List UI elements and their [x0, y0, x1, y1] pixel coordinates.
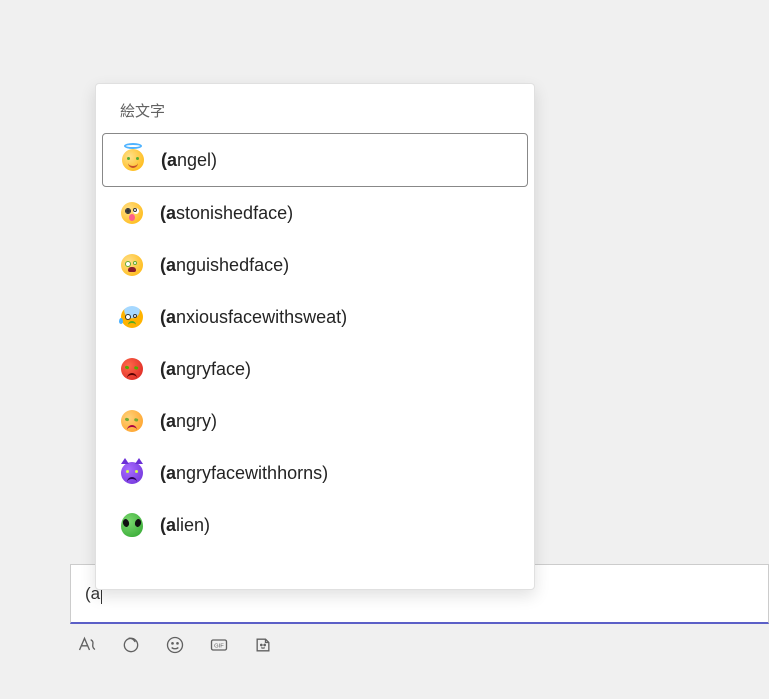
picker-item-anxious[interactable]: (anxiousfacewithsweat) — [102, 291, 528, 343]
sticker-icon[interactable] — [252, 634, 274, 656]
svg-text:GIF: GIF — [214, 644, 224, 650]
picker-item-label: (alien) — [160, 515, 210, 536]
astonished-emoji-icon — [120, 201, 144, 225]
anguished-emoji-icon — [120, 253, 144, 277]
picker-item-label: (angryface) — [160, 359, 251, 380]
picker-item-label: (angel) — [161, 150, 217, 171]
emoji-picker: 絵文字 (angel) (astonishedface) (anguishedfac… — [95, 83, 535, 590]
angel-emoji-icon — [121, 148, 145, 172]
angry-emoji-icon — [120, 409, 144, 433]
picker-item-label: (angryfacewithhorns) — [160, 463, 328, 484]
gif-icon[interactable]: GIF — [208, 634, 230, 656]
compose-toolbar: GIF — [76, 634, 274, 656]
picker-item-label: (astonishedface) — [160, 203, 293, 224]
anxious-emoji-icon — [120, 305, 144, 329]
picker-title: 絵文字 — [96, 84, 534, 133]
horns-emoji-icon — [120, 461, 144, 485]
picker-item-angel[interactable]: (angel) — [102, 133, 528, 187]
picker-item-angry[interactable]: (angry) — [102, 395, 528, 447]
emoji-icon[interactable] — [164, 634, 186, 656]
format-icon[interactable] — [76, 634, 98, 656]
angryface-emoji-icon — [120, 357, 144, 381]
picker-item-horns[interactable]: (angryfacewithhorns) — [102, 447, 528, 499]
picker-item-label: (angry) — [160, 411, 217, 432]
picker-item-angryface[interactable]: (angryface) — [102, 343, 528, 395]
picker-item-label: (anguishedface) — [160, 255, 289, 276]
picker-item-label: (anxiousfacewithsweat) — [160, 307, 347, 328]
picker-item-anguished[interactable]: (anguishedface) — [102, 239, 528, 291]
picker-list: (angel) (astonishedface) (anguishedface) (a… — [96, 133, 534, 551]
loop-icon[interactable] — [120, 634, 142, 656]
picker-item-alien[interactable]: (alien) — [102, 499, 528, 551]
picker-item-astonished[interactable]: (astonishedface) — [102, 187, 528, 239]
alien-emoji-icon — [120, 513, 144, 537]
